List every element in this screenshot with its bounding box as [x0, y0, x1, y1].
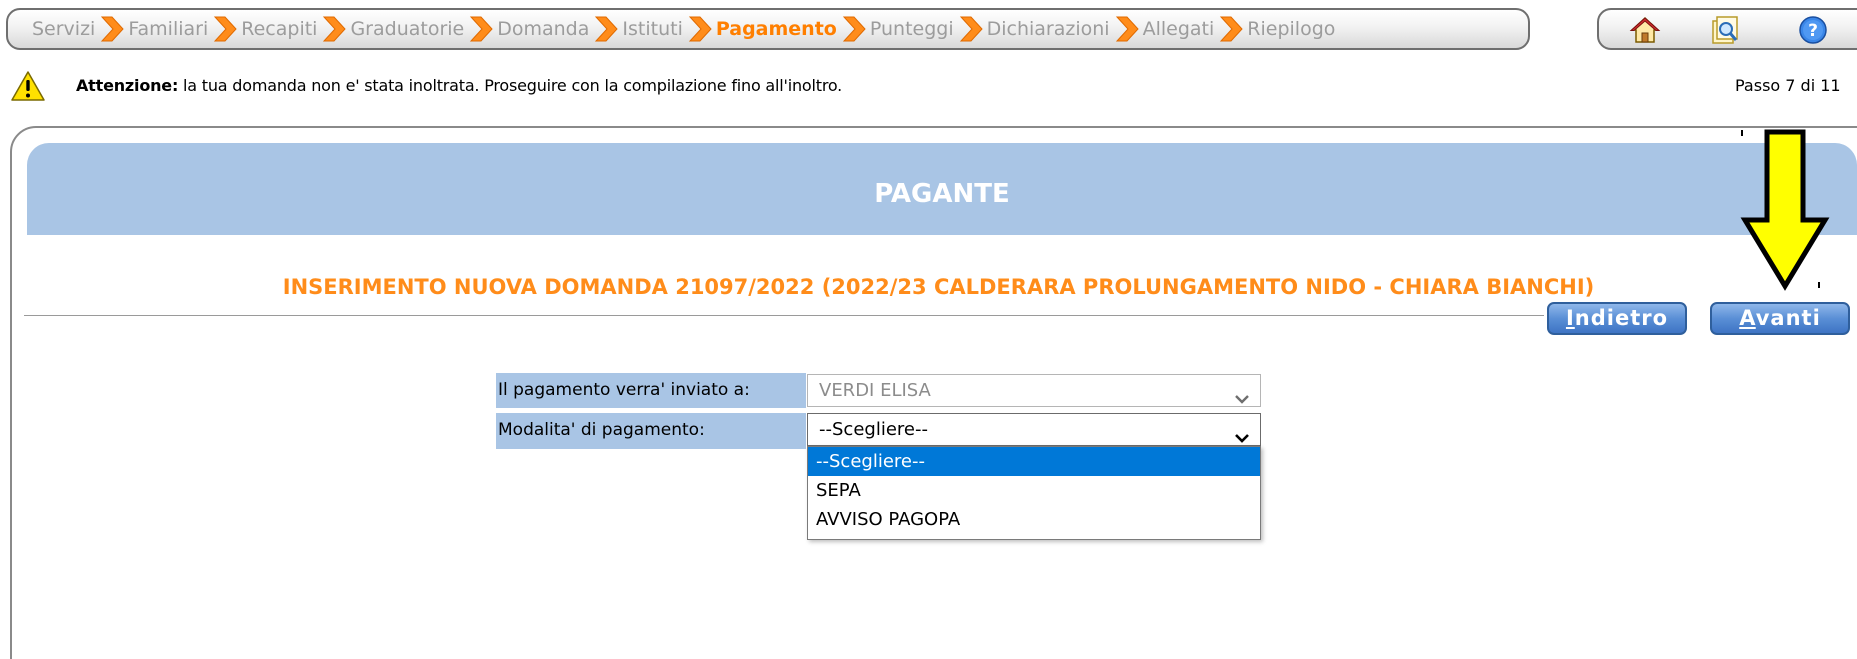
- breadcrumb-item-domanda[interactable]: Domanda: [497, 18, 589, 40]
- yellow-down-arrow-icon: [1735, 128, 1835, 292]
- breadcrumb-item-graduatorie[interactable]: Graduatorie: [350, 18, 464, 40]
- breadcrumb-item-punteggi[interactable]: Punteggi: [870, 18, 954, 40]
- payment-method-dropdown: --Scegliere-- SEPA AVVISO PAGOPA: [807, 446, 1261, 540]
- payer-select: VERDI ELISA: [807, 374, 1261, 407]
- payment-method-select[interactable]: --Scegliere--: [807, 413, 1261, 446]
- payer-value: VERDI ELISA: [819, 380, 931, 401]
- dropdown-option[interactable]: SEPA: [808, 476, 1260, 505]
- notice-strong: Attenzione:: [76, 76, 179, 95]
- panel-header: PAGANTE: [27, 143, 1857, 235]
- orange-chevron-right-icon: [959, 15, 983, 43]
- back-access-key: I: [1565, 306, 1575, 330]
- toolbar: ?: [1597, 8, 1857, 50]
- annotation-tick: [1741, 130, 1743, 136]
- orange-chevron-right-icon: [594, 15, 619, 43]
- back-button[interactable]: Indietro: [1547, 302, 1687, 335]
- home-icon[interactable]: [1629, 15, 1661, 45]
- breadcrumb-item-pagamento[interactable]: Pagamento: [716, 18, 837, 40]
- step-indicator: Passo 7 di 11: [1735, 76, 1841, 95]
- payment-method-value: --Scegliere--: [819, 419, 928, 440]
- orange-chevron-right-icon: [322, 15, 347, 43]
- breadcrumb-item-riepilogo[interactable]: Riepilogo: [1247, 18, 1335, 40]
- help-icon[interactable]: ?: [1797, 15, 1829, 45]
- chevron-down-icon: [1234, 384, 1250, 404]
- orange-chevron-right-icon: [688, 15, 712, 43]
- document-search-icon[interactable]: [1709, 15, 1741, 45]
- divider: [24, 315, 1544, 316]
- svg-text:?: ?: [1808, 21, 1818, 41]
- dropdown-option[interactable]: --Scegliere--: [808, 447, 1260, 476]
- orange-chevron-right-icon: [469, 15, 493, 43]
- warning-icon: [10, 70, 46, 102]
- breadcrumb-item-servizi[interactable]: Servizi: [32, 18, 95, 40]
- application-subtitle: INSERIMENTO NUOVA DOMANDA 21097/2022 (20…: [282, 275, 1595, 299]
- orange-chevron-right-icon: [100, 15, 125, 43]
- breadcrumb-item-dichiarazioni[interactable]: Dichiarazioni: [987, 18, 1110, 40]
- next-access-key: A: [1739, 306, 1756, 330]
- notice-message: la tua domanda non e' stata inoltrata. P…: [178, 76, 843, 95]
- orange-chevron-right-icon: [1219, 15, 1243, 43]
- payment-method-label: Modalita' di pagamento:: [496, 413, 806, 449]
- notice-text: Attenzione: la tua domanda non e' stata …: [76, 76, 842, 95]
- breadcrumb-item-istituti[interactable]: Istituti: [622, 18, 682, 40]
- back-label-rest: ndietro: [1574, 306, 1669, 330]
- orange-chevron-right-icon: [842, 15, 866, 43]
- breadcrumb-item-recapiti[interactable]: Recapiti: [241, 18, 317, 40]
- breadcrumb-item-allegati[interactable]: Allegati: [1143, 18, 1215, 40]
- breadcrumb-item-familiari[interactable]: Familiari: [128, 18, 208, 40]
- orange-chevron-right-icon: [1115, 15, 1139, 43]
- breadcrumb: Servizi Familiari Recapiti Graduatorie Doman…: [6, 8, 1530, 50]
- chevron-down-icon: [1234, 423, 1250, 443]
- next-label-rest: vanti: [1755, 306, 1821, 330]
- dropdown-option[interactable]: AVVISO PAGOPA: [808, 505, 1260, 534]
- orange-chevron-right-icon: [213, 15, 237, 43]
- next-button[interactable]: Avanti: [1710, 302, 1850, 335]
- annotation-tick: [1818, 282, 1820, 288]
- page-title: PAGANTE: [874, 179, 1010, 209]
- payer-label: Il pagamento verra' inviato a:: [496, 373, 806, 408]
